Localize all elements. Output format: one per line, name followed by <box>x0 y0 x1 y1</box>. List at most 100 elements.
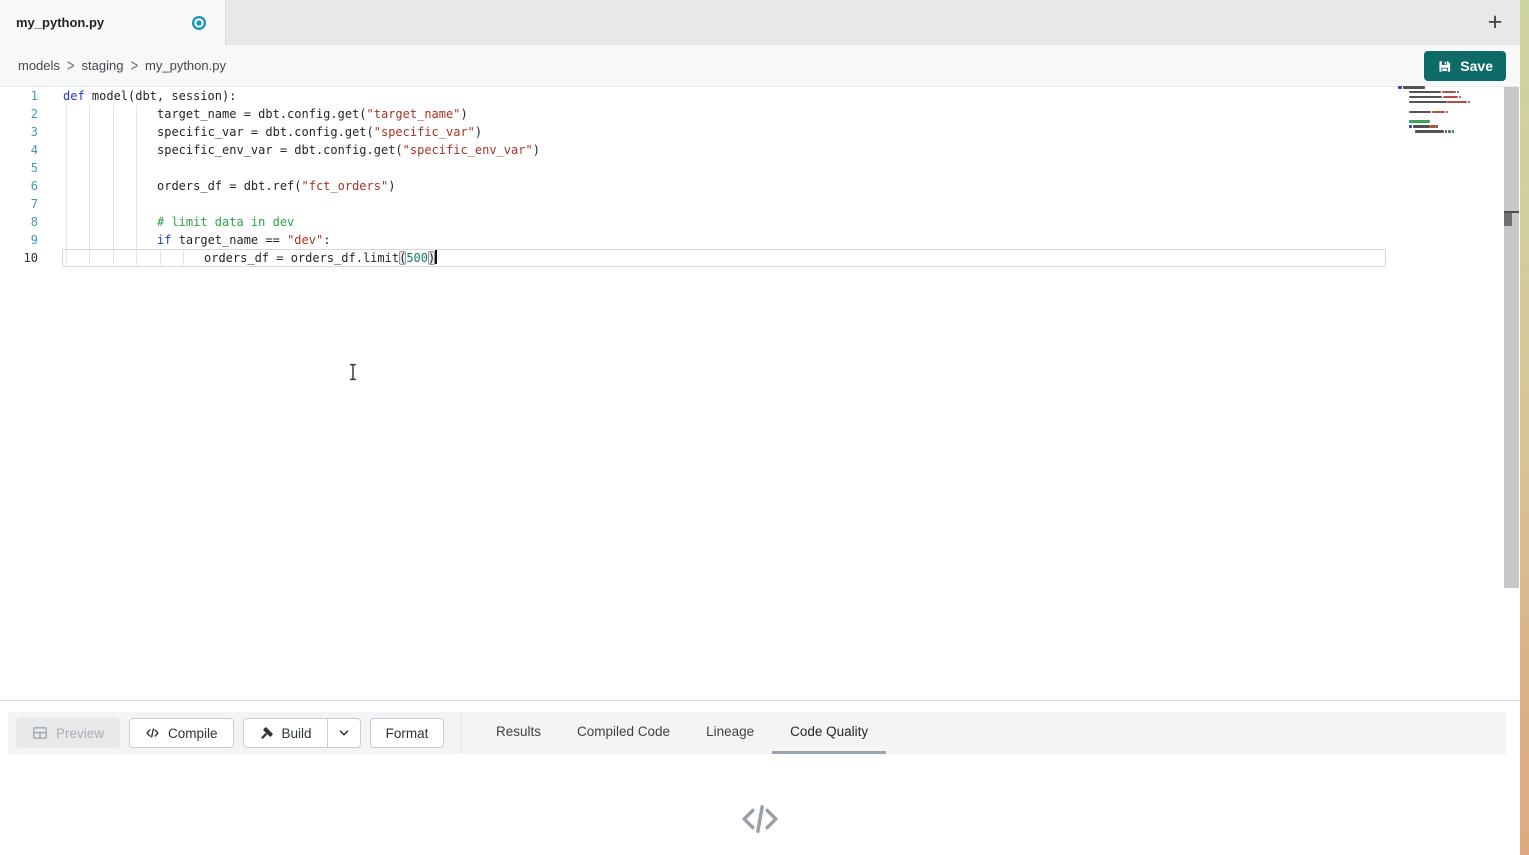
minimap-line-segment <box>1447 101 1467 104</box>
indent-guide <box>136 177 137 195</box>
minimap-line-segment <box>1409 111 1431 114</box>
unsaved-changes-dot-icon <box>192 16 206 30</box>
indent-guide <box>113 249 114 267</box>
line-number: 2 <box>0 105 38 123</box>
minimap-line-segment <box>1403 86 1425 89</box>
breadcrumb-item-my_python-py[interactable]: my_python.py <box>145 58 226 73</box>
build-button-label: Build <box>282 726 312 741</box>
minimap-line-segment <box>1409 125 1412 128</box>
code-line-8[interactable]: 8 # limit data in dev <box>0 213 1520 231</box>
indent-guide <box>113 159 114 177</box>
chevron-down-icon <box>337 726 351 740</box>
minimap-line-segment <box>1409 101 1446 104</box>
indent-guide <box>136 123 137 141</box>
code-placeholder-icon <box>737 796 783 842</box>
indent-guide <box>113 123 114 141</box>
toolbar-divider <box>461 712 462 754</box>
indent-guide <box>66 213 67 231</box>
indent-guide <box>66 105 67 123</box>
result-tabs: ResultsCompiled CodeLineageCode Quality <box>478 712 886 754</box>
file-header-bar: models > staging > my_python.py Save <box>0 45 1520 87</box>
indent-guide <box>66 159 67 177</box>
tab-compiled-code[interactable]: Compiled Code <box>559 712 688 754</box>
minimap-line-segment <box>1452 130 1454 133</box>
breadcrumb: models > staging > my_python.py <box>18 58 226 73</box>
editor-vertical-scrollbar[interactable] <box>1504 87 1519 700</box>
code-line-10[interactable]: 10 orders_df = orders_df.limit(500) <box>0 249 1520 267</box>
overview-cursor-marker-block <box>1504 213 1512 226</box>
bottom-panel: Preview Compile Build Format ResultsCompile… <box>0 700 1520 855</box>
code-line-1[interactable]: 1def model(dbt, session): <box>0 87 1520 105</box>
line-number: 8 <box>0 213 38 231</box>
compile-button[interactable]: Compile <box>129 718 234 748</box>
breadcrumb-item-staging[interactable]: staging <box>82 58 124 73</box>
code-text: specific_var = dbt.config.get("specific_… <box>157 123 482 141</box>
code-editor[interactable]: 1def model(dbt, session):2target_name = … <box>0 87 1520 700</box>
indent-guide <box>66 177 67 195</box>
new-tab-button[interactable]: + <box>1480 7 1510 37</box>
editor-minimap[interactable] <box>1396 86 1476 138</box>
line-number: 6 <box>0 177 38 195</box>
format-button-label: Format <box>386 726 429 741</box>
format-button[interactable]: Format <box>370 718 445 748</box>
preview-button: Preview <box>16 718 120 748</box>
indent-guide <box>136 141 137 159</box>
indent-guide <box>113 231 114 249</box>
minimap-line-segment <box>1445 130 1447 133</box>
minimap-line-segment <box>1459 96 1461 99</box>
code-text: # limit data in dev <box>157 213 294 231</box>
code-text: if target_name == "dev": <box>157 231 330 249</box>
indent-guide <box>66 141 67 159</box>
code-line-3[interactable]: 3 specific_var = dbt.config.get("specific… <box>0 123 1520 141</box>
minimap-line-segment <box>1409 91 1441 94</box>
indent-guide <box>89 105 90 123</box>
minimap-line-segment <box>1468 101 1470 104</box>
minimap-line-segment <box>1415 130 1445 133</box>
tab-code-quality[interactable]: Code Quality <box>772 712 886 754</box>
minimap-line-segment <box>1409 96 1442 99</box>
code-line-4[interactable]: 4specific_env_var = dbt.config.get("spec… <box>0 141 1520 159</box>
indent-guide <box>136 213 137 231</box>
indent-guide <box>113 177 114 195</box>
action-buttons: Preview Compile Build Format <box>16 718 444 748</box>
indent-guide <box>113 105 114 123</box>
tab-results[interactable]: Results <box>478 712 559 754</box>
chevron-right-icon: > <box>130 56 138 75</box>
breadcrumb-item-models[interactable]: models <box>18 58 60 73</box>
build-dropdown-button[interactable] <box>328 718 361 748</box>
indent-guide <box>89 123 90 141</box>
line-number: 5 <box>0 159 38 177</box>
chevron-right-icon: > <box>67 56 75 75</box>
indent-guide <box>113 213 114 231</box>
save-button[interactable]: Save <box>1424 51 1506 81</box>
scrollbar-thumb[interactable] <box>1504 87 1519 588</box>
save-floppy-icon <box>1437 59 1452 74</box>
minimap-line-segment <box>1413 125 1430 128</box>
code-text: orders_df = dbt.ref("fct_orders") <box>157 177 395 195</box>
line-number: 1 <box>0 87 38 105</box>
indent-guide <box>66 249 67 267</box>
line-number: 3 <box>0 123 38 141</box>
minimap-line-segment <box>1409 120 1430 123</box>
code-text: orders_df = orders_df.limit(500) <box>204 249 437 267</box>
minimap-line-segment <box>1442 91 1456 94</box>
file-tab-my-python[interactable]: my_python.py <box>0 0 226 45</box>
indent-guide <box>113 141 114 159</box>
minimap-line-segment <box>1448 130 1451 133</box>
code-line-6[interactable]: 6 orders_df = dbt.ref("fct_orders") <box>0 177 1520 195</box>
action-toolbar: Preview Compile Build Format ResultsCompile… <box>8 712 1506 754</box>
code-line-5[interactable]: 5 <box>0 159 1520 177</box>
editor-tab-bar: my_python.py + <box>0 0 1520 45</box>
code-quality-empty-state <box>0 796 1520 847</box>
code-line-7[interactable]: 7 <box>0 195 1520 213</box>
indent-guide <box>89 231 90 249</box>
indent-guide <box>89 159 90 177</box>
code-line-9[interactable]: 9if target_name == "dev": <box>0 231 1520 249</box>
compile-button-label: Compile <box>168 726 218 741</box>
tab-lineage[interactable]: Lineage <box>688 712 772 754</box>
minimap-line-segment <box>1430 125 1436 128</box>
indent-guide <box>89 141 90 159</box>
line-number: 10 <box>0 249 38 267</box>
code-line-2[interactable]: 2target_name = dbt.config.get("target_na… <box>0 105 1520 123</box>
build-button[interactable]: Build <box>243 718 328 748</box>
